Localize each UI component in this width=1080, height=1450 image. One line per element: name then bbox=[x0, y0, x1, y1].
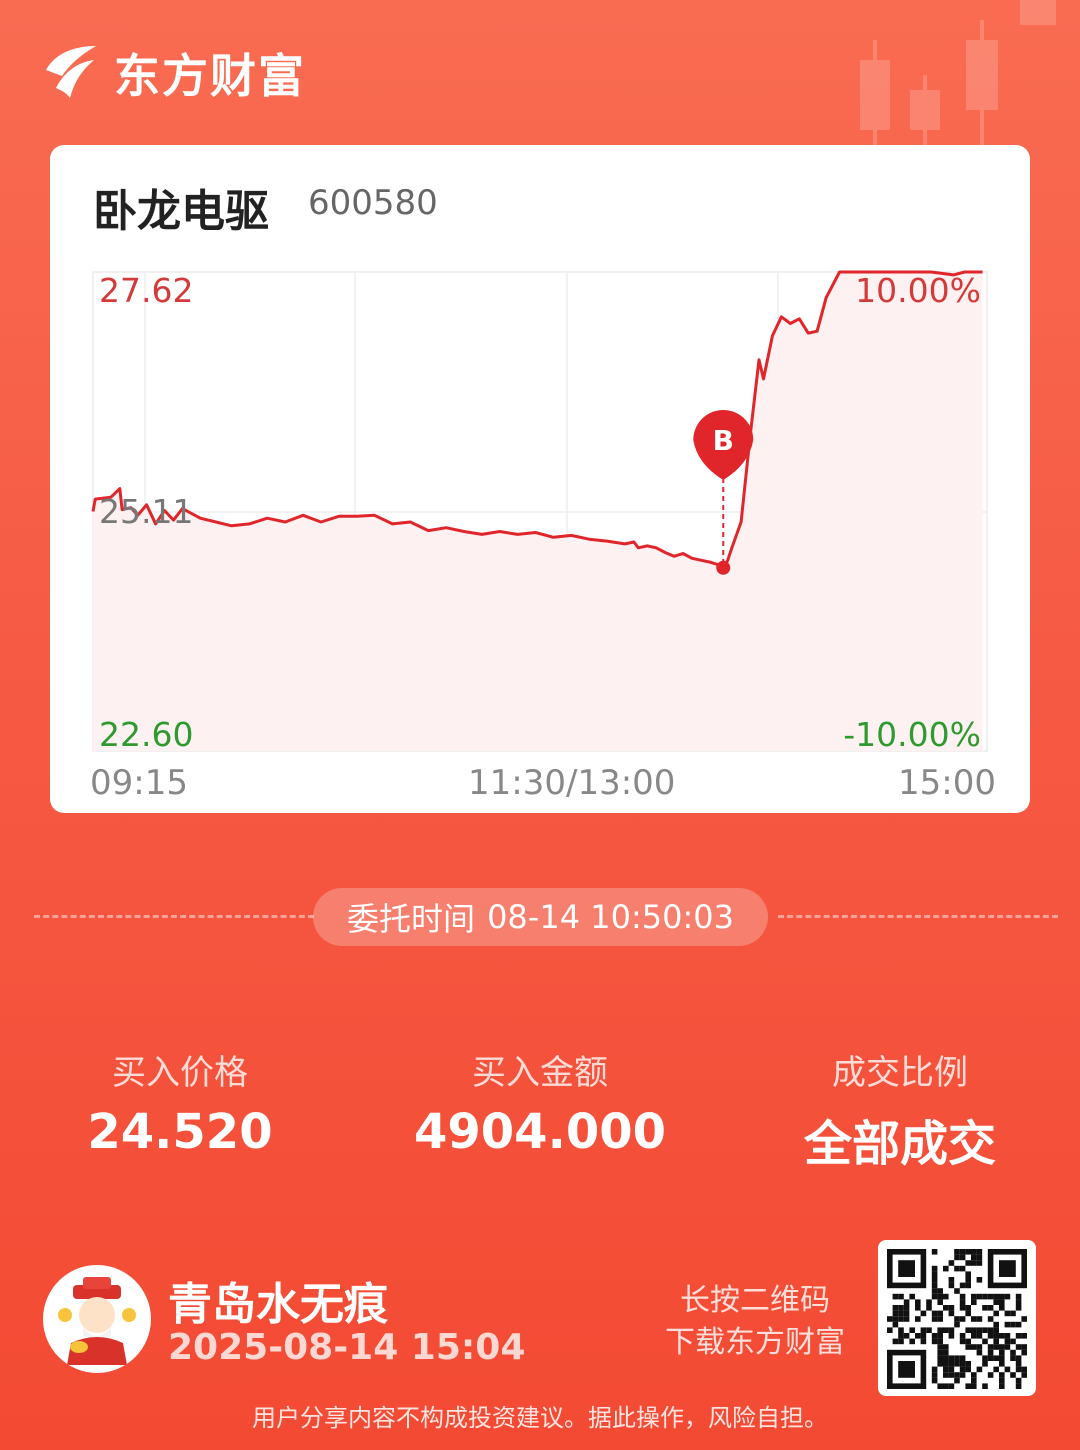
price-low-label: 22.60 bbox=[99, 715, 193, 754]
time-start-label: 09:15 bbox=[90, 763, 188, 803]
stat-value: 4904.000 bbox=[413, 1104, 667, 1160]
caishen-avatar-icon bbox=[58, 1277, 136, 1365]
stat-label: 成交比例 bbox=[832, 1053, 968, 1093]
brand-header: 东方财富 bbox=[42, 38, 306, 108]
buy-marker-dot bbox=[716, 560, 731, 575]
stock-chart-card: 卧龙电驱 600580 27.62 25.11 22.60 10.00% -10… bbox=[50, 145, 1030, 813]
qr-hint-line2: 下载东方财富 bbox=[665, 1325, 845, 1360]
order-time-label: 委托时间 bbox=[347, 900, 476, 938]
brand-name: 东方财富 bbox=[114, 49, 306, 103]
intraday-chart: 27.62 25.11 22.60 10.00% -10.00% B bbox=[91, 270, 988, 754]
qr-code-icon bbox=[887, 1249, 1027, 1389]
qr-hint-line1: 长按二维码 bbox=[680, 1283, 830, 1318]
candlestick-decoration-icon bbox=[860, 0, 1056, 150]
stat-buy-amount: 买入金额 4904.000 bbox=[360, 1045, 720, 1160]
stat-label: 买入价格 bbox=[112, 1053, 248, 1093]
order-time-row: 委托时间 08-14 10:50:03 bbox=[0, 888, 1080, 946]
user-avatar bbox=[43, 1265, 151, 1373]
order-time-value: 08-14 10:50:03 bbox=[487, 898, 734, 936]
order-time-pill: 委托时间 08-14 10:50:03 bbox=[313, 888, 768, 946]
disclaimer: 用户分享内容不构成投资建议。据此操作，风险自担。 bbox=[252, 1404, 828, 1432]
share-time: 2025-08-14 15:04 bbox=[168, 1327, 526, 1368]
buy-marker-label: B bbox=[713, 424, 734, 457]
qr-code[interactable] bbox=[878, 1240, 1036, 1396]
stat-label: 买入金额 bbox=[472, 1053, 608, 1093]
pct-high-label: 10.00% bbox=[855, 271, 981, 310]
dashed-divider-left bbox=[34, 915, 314, 918]
stat-value: 24.520 bbox=[87, 1104, 273, 1160]
price-high-label: 27.62 bbox=[99, 271, 193, 310]
stat-value: 全部成交 bbox=[803, 1116, 996, 1172]
dashed-divider-right bbox=[778, 915, 1058, 918]
qr-hint: 长按二维码 下载东方财富 bbox=[640, 1280, 870, 1364]
stat-fill-ratio: 成交比例 全部成交 bbox=[720, 1045, 1080, 1174]
stat-buy-price: 买入价格 24.520 bbox=[0, 1045, 360, 1160]
time-end-label: 15:00 bbox=[898, 763, 996, 803]
pct-low-label: -10.00% bbox=[843, 715, 981, 754]
eastmoney-logo-icon bbox=[46, 46, 96, 98]
user-name: 青岛水无痕 bbox=[168, 1279, 388, 1330]
price-mid-label: 25.11 bbox=[99, 492, 193, 531]
time-mid-label: 11:30/13:00 bbox=[468, 763, 676, 803]
